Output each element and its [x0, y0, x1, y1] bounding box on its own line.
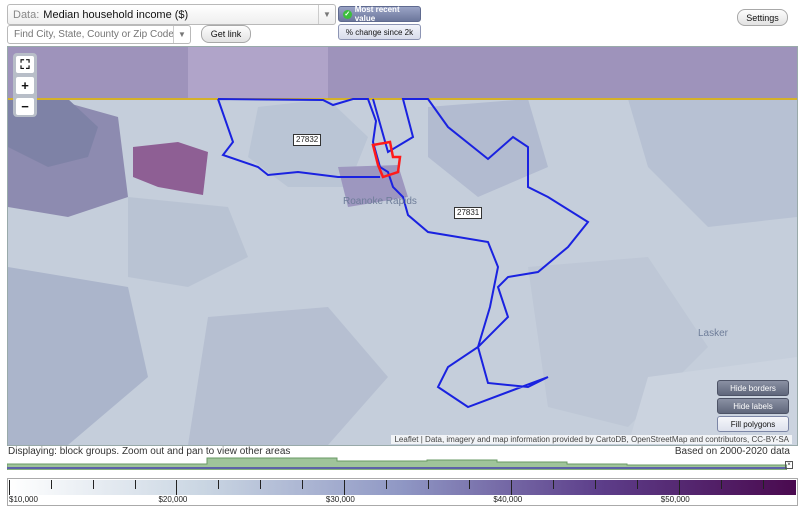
zip-label-27832: 27832	[293, 134, 322, 146]
legend-tick	[343, 480, 345, 495]
legend-tick	[469, 480, 471, 489]
attribution-text: | Data, imagery and map information prov…	[420, 435, 594, 444]
town-label-roanoke-rapids: Roanoke Rapids	[343, 196, 417, 207]
legend-label: $30,000	[325, 495, 355, 504]
data-select-prefix: Data:	[13, 8, 40, 21]
color-legend: $10,000 $20,000 $30,000 $40,000 $50,000	[7, 478, 798, 506]
data-select-value: Median household income ($)	[43, 8, 189, 21]
legend-tick	[92, 480, 94, 489]
legend-tick	[302, 480, 304, 489]
north-region-shade	[188, 47, 328, 99]
histogram-close-icon[interactable]: ×	[785, 461, 793, 469]
chevron-down-icon[interactable]: ▼	[318, 5, 335, 24]
pct-change-toggle[interactable]: % change since 2k	[338, 24, 421, 40]
map-view[interactable]: ⛶ + − 27832 27831 Roanoke Rapids Lasker …	[7, 46, 798, 446]
settings-button[interactable]: Settings	[737, 9, 788, 26]
data-select[interactable]: Data: Median household income ($) ▼	[7, 4, 336, 25]
checkmark-icon: ✓	[343, 9, 352, 19]
legend-tick	[134, 480, 136, 489]
hide-borders-button[interactable]: Hide borders	[717, 380, 789, 396]
town-label-lasker: Lasker	[698, 328, 729, 339]
most-recent-value-toggle[interactable]: ✓ Most recent value	[338, 5, 421, 23]
attribution-tail: and contributors, CC-BY-SA	[689, 435, 789, 444]
legend-tick	[511, 480, 513, 495]
legend-tick	[595, 480, 597, 489]
legend-tick	[678, 480, 680, 495]
zoom-out-button[interactable]: −	[16, 98, 34, 115]
legend-tick	[427, 480, 429, 489]
north-region	[8, 47, 797, 99]
legend-tick	[553, 480, 555, 489]
location-search[interactable]: ▼	[7, 25, 191, 44]
legend-tick	[176, 480, 178, 495]
most-recent-value-label: Most recent value	[354, 5, 400, 23]
chevron-down-icon[interactable]: ▼	[173, 26, 190, 43]
legend-label: $40,000	[493, 495, 523, 504]
get-link-button[interactable]: Get link	[201, 25, 251, 43]
legend-tick	[260, 480, 262, 489]
search-input[interactable]	[12, 28, 176, 41]
zip-label-27831: 27831	[454, 207, 483, 219]
zoom-control: ⛶ + −	[13, 53, 37, 117]
distribution-histogram	[7, 457, 787, 470]
legend-label: $50,000	[660, 495, 690, 504]
zoom-in-button[interactable]: +	[16, 77, 34, 94]
legend-label: $20,000	[158, 495, 188, 504]
legend-tick	[720, 480, 722, 489]
fullscreen-icon[interactable]: ⛶	[16, 56, 34, 73]
cartodb-link[interactable]: CartoDB	[596, 435, 627, 444]
map-attribution: Leaflet | Data, imagery and map informat…	[391, 435, 792, 444]
top-toolbar: Data: Median household income ($) ▼ ▼ Ge…	[0, 0, 800, 46]
legend-tick	[636, 480, 638, 489]
legend-tick	[218, 480, 220, 489]
legend-tick	[385, 480, 387, 489]
map-canvas[interactable]	[8, 47, 797, 445]
legend-label: $10,000	[9, 495, 38, 504]
legend-tick	[762, 480, 764, 489]
leaflet-link[interactable]: Leaflet	[394, 435, 418, 444]
hide-labels-button[interactable]: Hide labels	[717, 398, 789, 414]
legend-tick	[9, 480, 10, 495]
legend-tick	[50, 480, 52, 489]
fill-polygons-button[interactable]: Fill polygons	[717, 416, 789, 432]
osm-link[interactable]: OpenStreetMap	[631, 435, 687, 444]
